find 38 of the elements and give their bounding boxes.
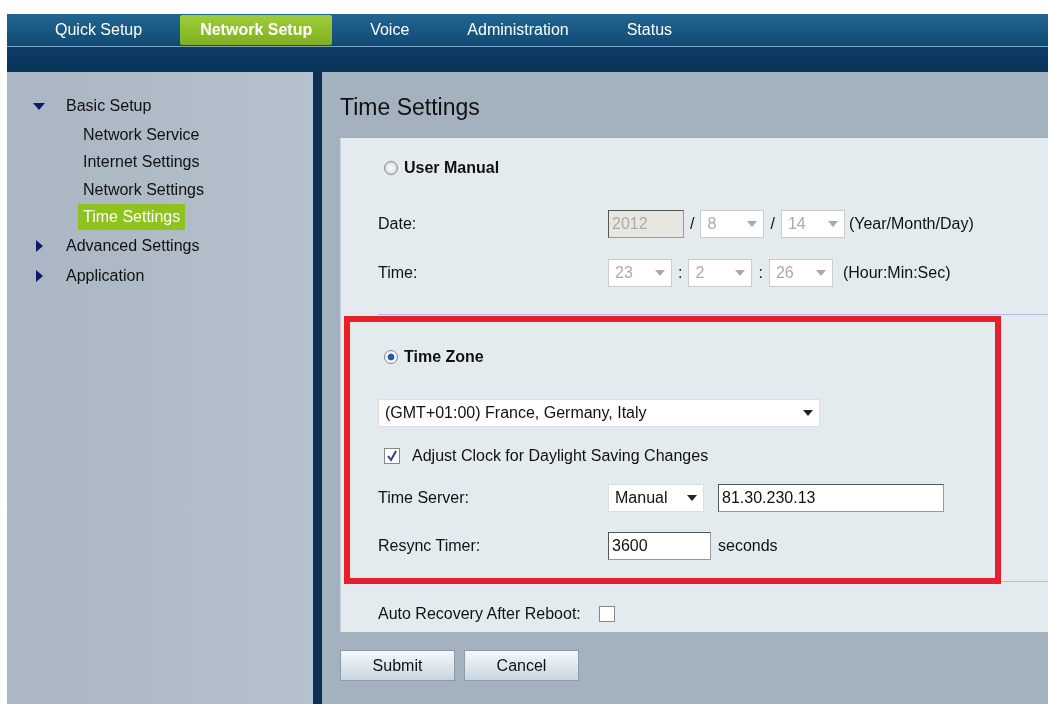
collapsed-triangle-icon[interactable] (33, 240, 45, 252)
timezone-dropdown[interactable]: (GMT+01:00) France, Germany, Italy (378, 399, 820, 427)
radio-label: User Manual (404, 158, 500, 178)
format-hint: (Hour:Min:Sec) (842, 263, 951, 283)
checkbox[interactable] (384, 448, 400, 464)
sidebar-subitem[interactable]: Internet Settings (78, 149, 205, 176)
sidebar-item[interactable]: Basic Setup (66, 94, 152, 118)
separator-text: / (770, 214, 775, 234)
sidebar-item[interactable]: Application (66, 264, 145, 288)
server-address-field[interactable]: 81.30.230.13 (718, 484, 944, 512)
radio-button[interactable] (384, 350, 398, 364)
nav-tab[interactable]: Quick Setup (35, 15, 163, 45)
page-title: Time Settings (340, 93, 481, 122)
form-button[interactable]: Submit (340, 650, 455, 681)
format-hint: (Year/Month/Day) (848, 214, 974, 234)
checkbox-label: Adjust Clock for Daylight Saving Changes (412, 446, 709, 466)
separator-text: : (678, 263, 683, 283)
field-label: Auto Recovery After Reboot: (378, 604, 581, 624)
resync-timer-field[interactable]: 3600 (608, 532, 711, 560)
unit-label: seconds (718, 536, 778, 556)
sidebar-item[interactable]: Advanced Settings (66, 234, 200, 258)
sidebar-subitem[interactable]: Network Service (78, 121, 205, 148)
field-label: Time: (378, 263, 419, 283)
server-mode-dropdown[interactable]: Manual (608, 484, 704, 512)
field-label: Resync Timer: (378, 536, 482, 556)
sidebar-subitem[interactable]: Network Settings (78, 176, 209, 203)
field-label: Time Server: (378, 488, 470, 508)
radio-label: Time Zone (404, 347, 484, 367)
form-button[interactable]: Cancel (464, 650, 579, 681)
nav-tab[interactable]: Status (606, 15, 693, 45)
expanded-triangle-icon[interactable] (33, 100, 45, 112)
nav-tab[interactable]: Voice (350, 15, 430, 45)
separator-text: / (690, 214, 695, 234)
collapsed-triangle-icon[interactable] (33, 270, 45, 282)
nav-tab[interactable]: Administration (447, 15, 589, 45)
separator-text: : (758, 263, 763, 283)
field-label: Date: (378, 214, 418, 234)
checkbox[interactable] (598, 606, 615, 622)
